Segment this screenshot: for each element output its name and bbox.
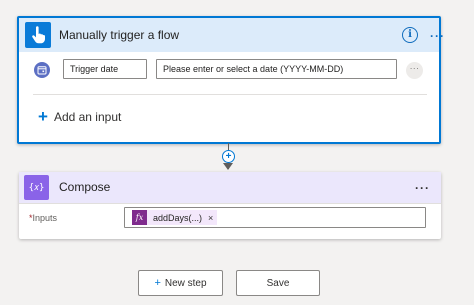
- plus-icon: +: [154, 277, 161, 289]
- new-step-button[interactable]: + New step: [138, 270, 223, 296]
- expression-token-label: addDays(...): [153, 212, 203, 223]
- trigger-header[interactable]: Manually trigger a flow i ···: [19, 18, 444, 52]
- compose-more-options-icon[interactable]: ···: [415, 181, 430, 195]
- compose-variable-icon: {𝑥}: [24, 175, 49, 200]
- info-icon[interactable]: i: [402, 27, 418, 43]
- trigger-more-options-icon[interactable]: ···: [430, 29, 445, 43]
- trigger-divider: [33, 94, 427, 95]
- fx-icon: fx: [132, 210, 147, 225]
- plus-icon: +: [38, 107, 48, 126]
- remove-token-icon[interactable]: ×: [208, 213, 213, 223]
- compose-card[interactable]: {𝑥} Compose ··· *Inputs fx addDays(...) …: [19, 172, 441, 239]
- compose-header[interactable]: {𝑥} Compose ···: [19, 172, 441, 204]
- input-description-field[interactable]: Please enter or select a date (YYYY-MM-D…: [156, 59, 397, 79]
- compose-title: Compose: [59, 180, 111, 194]
- save-button[interactable]: Save: [236, 270, 320, 296]
- new-step-label: New step: [164, 277, 207, 289]
- add-input-button[interactable]: + Add an input: [38, 107, 121, 127]
- trigger-card[interactable]: Manually trigger a flow i ··· Trigger da…: [17, 16, 444, 144]
- input-more-options-icon[interactable]: ···: [406, 62, 423, 79]
- inputs-field[interactable]: fx addDays(...) ×: [124, 207, 426, 228]
- inputs-label: *Inputs: [29, 213, 57, 223]
- input-name-field[interactable]: Trigger date: [63, 59, 147, 79]
- hand-touch-icon: [25, 22, 51, 48]
- expression-token[interactable]: fx addDays(...) ×: [132, 210, 218, 225]
- add-input-label: Add an input: [53, 110, 122, 124]
- insert-step-icon[interactable]: +: [222, 150, 235, 163]
- hand-touch-glyph: [32, 26, 45, 44]
- inputs-label-text: Inputs: [32, 213, 58, 223]
- arrow-down-icon: [223, 163, 233, 170]
- trigger-title: Manually trigger a flow: [59, 28, 180, 42]
- calendar-glyph: [37, 66, 47, 75]
- calendar-icon: [34, 62, 50, 78]
